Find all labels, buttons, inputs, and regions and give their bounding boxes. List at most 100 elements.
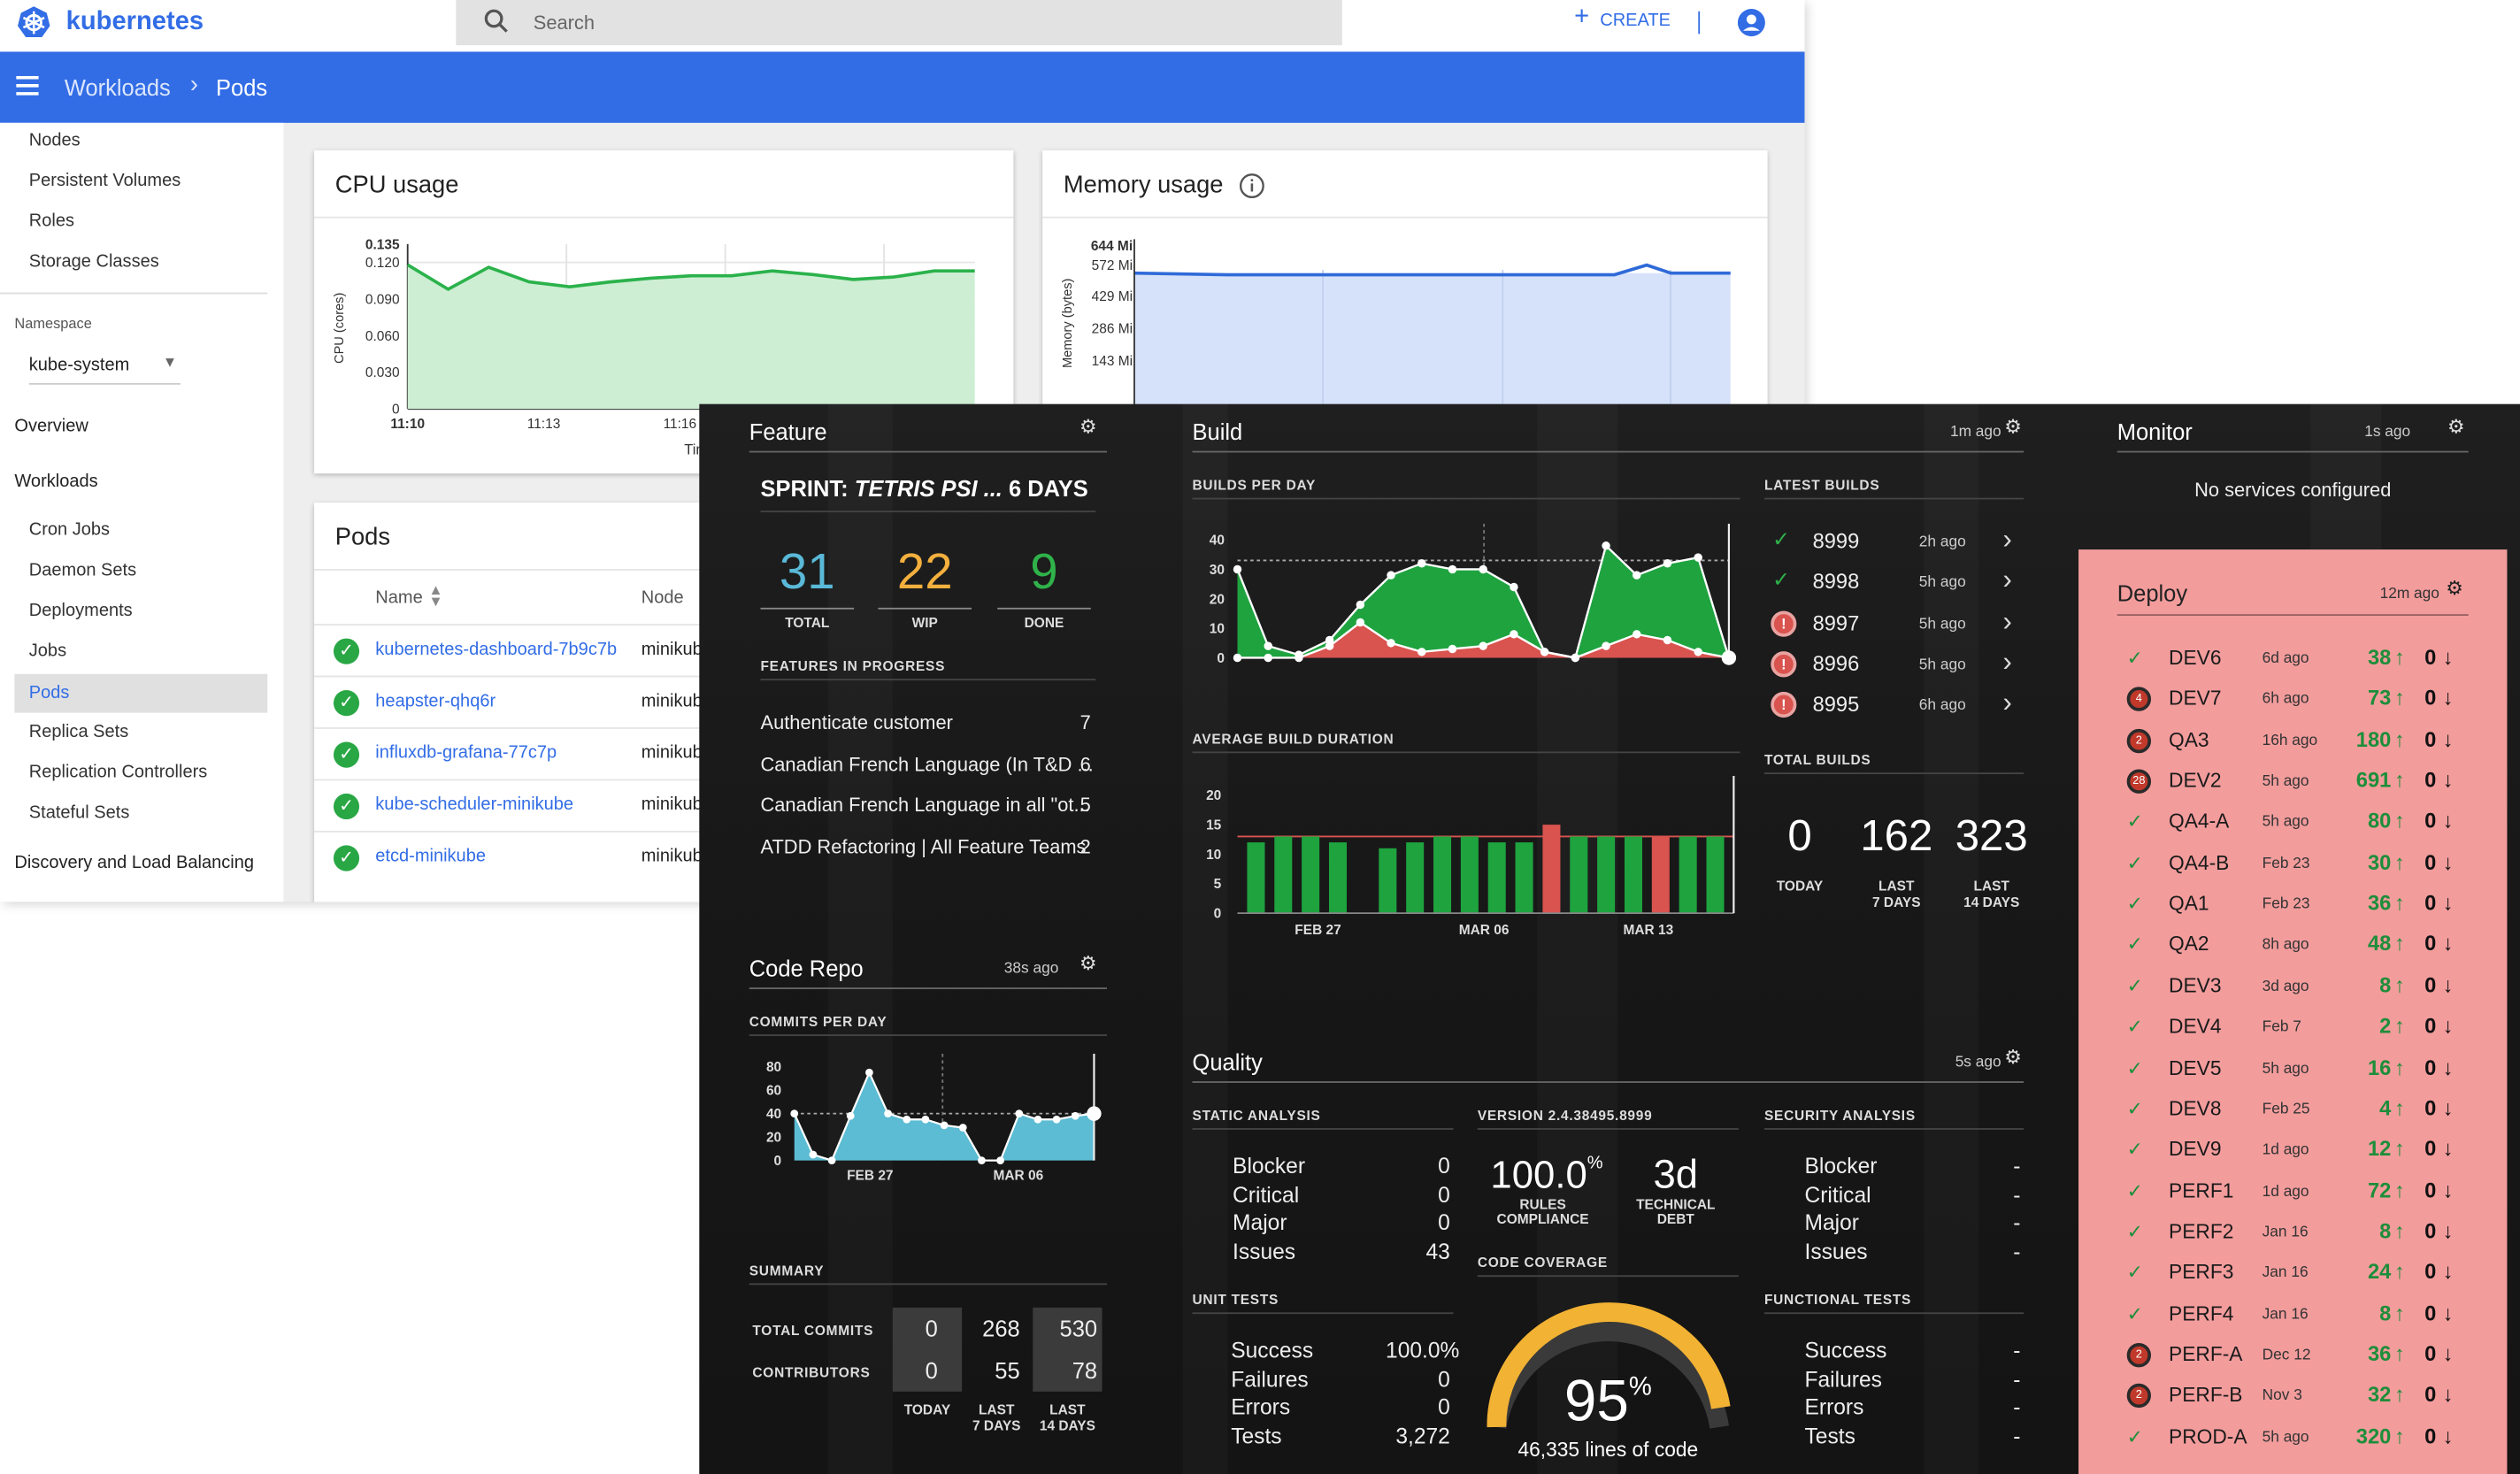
bpd-failed-point: [1295, 653, 1303, 663]
build-settings-gear-icon[interactable]: ⚙: [2004, 415, 2022, 438]
commits-today-point: [1087, 1106, 1102, 1121]
deploy-env-row[interactable]: ✓ PROD-A 5h ago 320 ↑ 0 ↓: [2078, 1416, 2507, 1457]
sidebar-item-deployments[interactable]: Deployments: [29, 602, 133, 621]
sidebar-item-jobs[interactable]: Jobs: [29, 641, 66, 661]
deploy-failure-badge-icon: 2: [2126, 728, 2151, 753]
chevron-right-icon[interactable]: ›: [2002, 687, 2011, 720]
deploy-env-row[interactable]: 2 QA3 16h ago 180 ↑ 0 ↓: [2078, 720, 2507, 761]
metric-value: -: [2013, 1182, 2021, 1207]
chevron-right-icon[interactable]: ›: [2002, 647, 2011, 679]
arrow-down-icon: ↓: [2442, 890, 2454, 916]
section-divider: [1192, 497, 1740, 500]
deploy-commits-up: 8: [2379, 972, 2392, 997]
sidebar: Nodes Persistent Volumes Roles Storage C…: [0, 122, 284, 902]
deploy-env-row[interactable]: 2 PERF-A Dec 12 36 ↑ 0 ↓: [2078, 1335, 2507, 1376]
pods-col-node[interactable]: Node: [642, 588, 684, 608]
latest-build-row[interactable]: ! 8995 6h ago ›: [1764, 687, 2024, 725]
arrow-down-icon: ↓: [2442, 1382, 2454, 1407]
pods-col-name[interactable]: Name: [375, 588, 422, 608]
deploy-commits-up: 16: [2367, 1054, 2392, 1079]
deploy-env-row[interactable]: ✓ DEV5 5h ago 16 ↑ 0 ↓: [2078, 1048, 2507, 1089]
menu-icon[interactable]: [16, 75, 39, 96]
deploy-env-row[interactable]: ✓ PERF4 Jan 16 8 ↑ 0 ↓: [2078, 1294, 2507, 1334]
latest-build-row[interactable]: ✓ 8999 2h ago ›: [1764, 524, 2024, 561]
deploy-env-name: QA4-B: [2169, 851, 2230, 874]
deploy-env-row[interactable]: ✓ DEV6 6d ago 38 ↑ 0 ↓: [2078, 639, 2507, 679]
sidebar-item-workloads[interactable]: Workloads: [14, 472, 97, 491]
sidebar-item-replication-controllers[interactable]: Replication Controllers: [29, 763, 208, 782]
latest-build-row[interactable]: ! 8997 5h ago ›: [1764, 605, 2024, 642]
sidebar-item-cron-jobs[interactable]: Cron Jobs: [29, 520, 110, 540]
sidebar-item-overview[interactable]: Overview: [14, 417, 88, 436]
deploy-commits-up: 80: [2367, 809, 2392, 833]
table-row[interactable]: ✓ kube-scheduler-minikube minikub: [314, 779, 718, 830]
arrow-down-icon: ↓: [2442, 1095, 2454, 1120]
table-row[interactable]: ✓ heapster-qhq6r minikub: [314, 675, 718, 727]
latest-build-row[interactable]: ! 8996 5h ago ›: [1764, 647, 2024, 683]
deploy-settings-gear-icon[interactable]: ⚙: [2446, 577, 2463, 600]
deploy-env-row[interactable]: ✓ DEV9 1d ago 12 ↑ 0 ↓: [2078, 1130, 2507, 1171]
pod-name-link[interactable]: etcd-minikube: [375, 847, 486, 866]
deploy-env-row[interactable]: ✓ QA1 Feb 23 36 ↑ 0 ↓: [2078, 884, 2507, 925]
memory-usage-title: Memory usage: [1063, 171, 1224, 199]
deploy-env-row[interactable]: ✓ QA4-B Feb 23 30 ↑ 0 ↓: [2078, 843, 2507, 884]
deploy-env-row[interactable]: ✓ QA2 8h ago 48 ↑ 0 ↓: [2078, 925, 2507, 966]
deploy-env-row[interactable]: ✓ DEV8 Feb 25 4 ↑ 0 ↓: [2078, 1089, 2507, 1130]
deploy-env-row[interactable]: 4 DEV7 6h ago 73 ↑ 0 ↓: [2078, 679, 2507, 720]
pod-name-link[interactable]: influxdb-grafana-77c7p: [375, 743, 557, 763]
code-repo-settings-gear-icon[interactable]: ⚙: [1079, 952, 1097, 975]
chevron-right-icon[interactable]: ›: [2002, 524, 2011, 557]
deploy-env-row[interactable]: ✓ DEV4 Feb 7 2 ↑ 0 ↓: [2078, 1007, 2507, 1048]
namespace-select[interactable]: kube-system ▼: [28, 349, 181, 385]
info-icon[interactable]: [1239, 173, 1264, 199]
pod-name-link[interactable]: kubernetes-dashboard-7b9c7b: [375, 640, 617, 659]
sort-icon[interactable]: ▲ ▼: [428, 583, 442, 609]
monitor-settings-gear-icon[interactable]: ⚙: [2447, 415, 2465, 438]
account-icon[interactable]: [1737, 8, 1766, 37]
quality-settings-gear-icon[interactable]: ⚙: [2004, 1046, 2022, 1069]
sidebar-item-daemon-sets[interactable]: Daemon Sets: [29, 561, 136, 580]
sidebar-item-storage-classes[interactable]: Storage Classes: [29, 252, 159, 272]
pods-title: Pods: [334, 523, 391, 551]
sidebar-item-nodes[interactable]: Nodes: [29, 131, 81, 150]
abd-bar: [1679, 836, 1697, 914]
table-row[interactable]: ✓ etcd-minikube minikub: [314, 830, 718, 882]
rules-number: 100.0: [1490, 1154, 1587, 1198]
table-row[interactable]: ✓ influxdb-grafana-77c7p minikub: [314, 727, 718, 779]
cpu-y-axis-label: CPU (cores): [333, 293, 347, 364]
cpu-usage-title: CPU usage: [334, 171, 459, 199]
sidebar-item-discovery[interactable]: Discovery and Load Balancing: [14, 854, 254, 873]
table-row[interactable]: ✓ kubernetes-dashboard-7b9c7b minikub: [314, 624, 718, 675]
builds-per-day-chart: 40 30 20 10 0: [1210, 523, 1737, 666]
deploy-env-row[interactable]: 28 DEV2 5h ago 691 ↑ 0 ↓: [2078, 761, 2507, 802]
deploy-env-row[interactable]: ✓ PERF2 Jan 16 8 ↑ 0 ↓: [2078, 1212, 2507, 1253]
chevron-right-icon: ›: [189, 71, 198, 99]
deploy-env-row[interactable]: ✓ PERF1 1d ago 72 ↑ 0 ↓: [2078, 1171, 2507, 1212]
deploy-env-ago: 1d ago: [2262, 1182, 2309, 1201]
search-input[interactable]: Search: [456, 0, 1342, 46]
sidebar-item-pods[interactable]: Pods: [14, 673, 268, 713]
sidebar-item-stateful-sets[interactable]: Stateful Sets: [29, 803, 130, 823]
commits-point: [940, 1121, 949, 1130]
latest-build-row[interactable]: ✓ 8998 5h ago ›: [1764, 564, 2024, 602]
breadcrumb-workloads[interactable]: Workloads: [65, 74, 171, 100]
abd-bar: [1624, 836, 1642, 914]
chevron-right-icon[interactable]: ›: [2002, 605, 2011, 638]
sidebar-item-replica-sets[interactable]: Replica Sets: [29, 723, 128, 742]
deploy-env-row[interactable]: ✓ PERF3 Jan 16 24 ↑ 0 ↓: [2078, 1253, 2507, 1294]
metric-name: Failures: [1804, 1366, 1882, 1391]
pod-name-link[interactable]: heapster-qhq6r: [375, 692, 496, 711]
feature-settings-gear-icon[interactable]: ⚙: [1079, 415, 1097, 438]
deploy-env-name: DEV3: [2169, 974, 2222, 997]
deploy-env-row[interactable]: ✓ QA4-A 5h ago 80 ↑ 0 ↓: [2078, 802, 2507, 843]
commits-y-tick: 40: [766, 1107, 781, 1122]
chevron-right-icon[interactable]: ›: [2002, 564, 2011, 597]
sidebar-item-persistent-volumes[interactable]: Persistent Volumes: [29, 172, 181, 191]
deploy-env-row[interactable]: 2 PERF-B Nov 3 32 ↑ 0 ↓: [2078, 1376, 2507, 1416]
feature-item-name: Canadian French Language (In T&D ...: [760, 752, 1094, 775]
commits-y-tick: 20: [766, 1131, 781, 1146]
deploy-env-row[interactable]: ✓ DEV3 3d ago 8 ↑ 0 ↓: [2078, 966, 2507, 1007]
pod-name-link[interactable]: kube-scheduler-minikube: [375, 795, 573, 815]
sidebar-item-roles[interactable]: Roles: [29, 211, 74, 231]
section-divider: [1763, 1128, 2024, 1130]
